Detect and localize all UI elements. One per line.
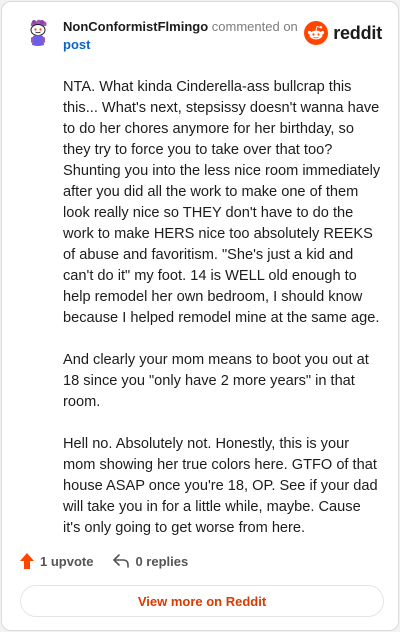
replies-count: 0 replies (135, 553, 189, 569)
replies-button[interactable]: 0 replies (113, 554, 188, 569)
avatar[interactable] (22, 17, 54, 49)
post-link[interactable]: post (63, 36, 313, 54)
commented-on-text: commented on (211, 19, 298, 34)
embedded-comment-card: NonConformistFlmingo commented on post r… (1, 1, 399, 631)
upvote-count: 1 upvote (40, 553, 94, 569)
snoo-avatar-icon (22, 17, 54, 49)
comment-body: NTA. What kinda Cinderella-ass bullcrap … (63, 77, 381, 560)
reply-arrow-icon (113, 554, 130, 568)
comment-meta: NonConformistFlmingo commented on post (63, 18, 313, 54)
reddit-brand[interactable]: reddit (304, 20, 382, 46)
upvote-arrow-icon (20, 553, 34, 569)
upvote-button[interactable]: 1 upvote (20, 553, 93, 569)
reddit-logo-icon (304, 21, 329, 45)
comment-paragraph: NTA. What kinda Cinderella-ass bullcrap … (63, 79, 381, 326)
author-username[interactable]: NonConformistFlmingo (63, 19, 208, 34)
view-more-button[interactable]: View more on Reddit (20, 585, 384, 617)
comment-header: NonConformistFlmingo commented on post r… (22, 17, 382, 53)
comment-paragraph: Hell no. Absolutely not. Honestly, this … (63, 436, 378, 536)
comment-actions: 1 upvote 0 replies (20, 551, 188, 571)
brand-name: reddit (333, 22, 382, 43)
comment-paragraph: And clearly your mom means to boot you o… (63, 352, 369, 410)
